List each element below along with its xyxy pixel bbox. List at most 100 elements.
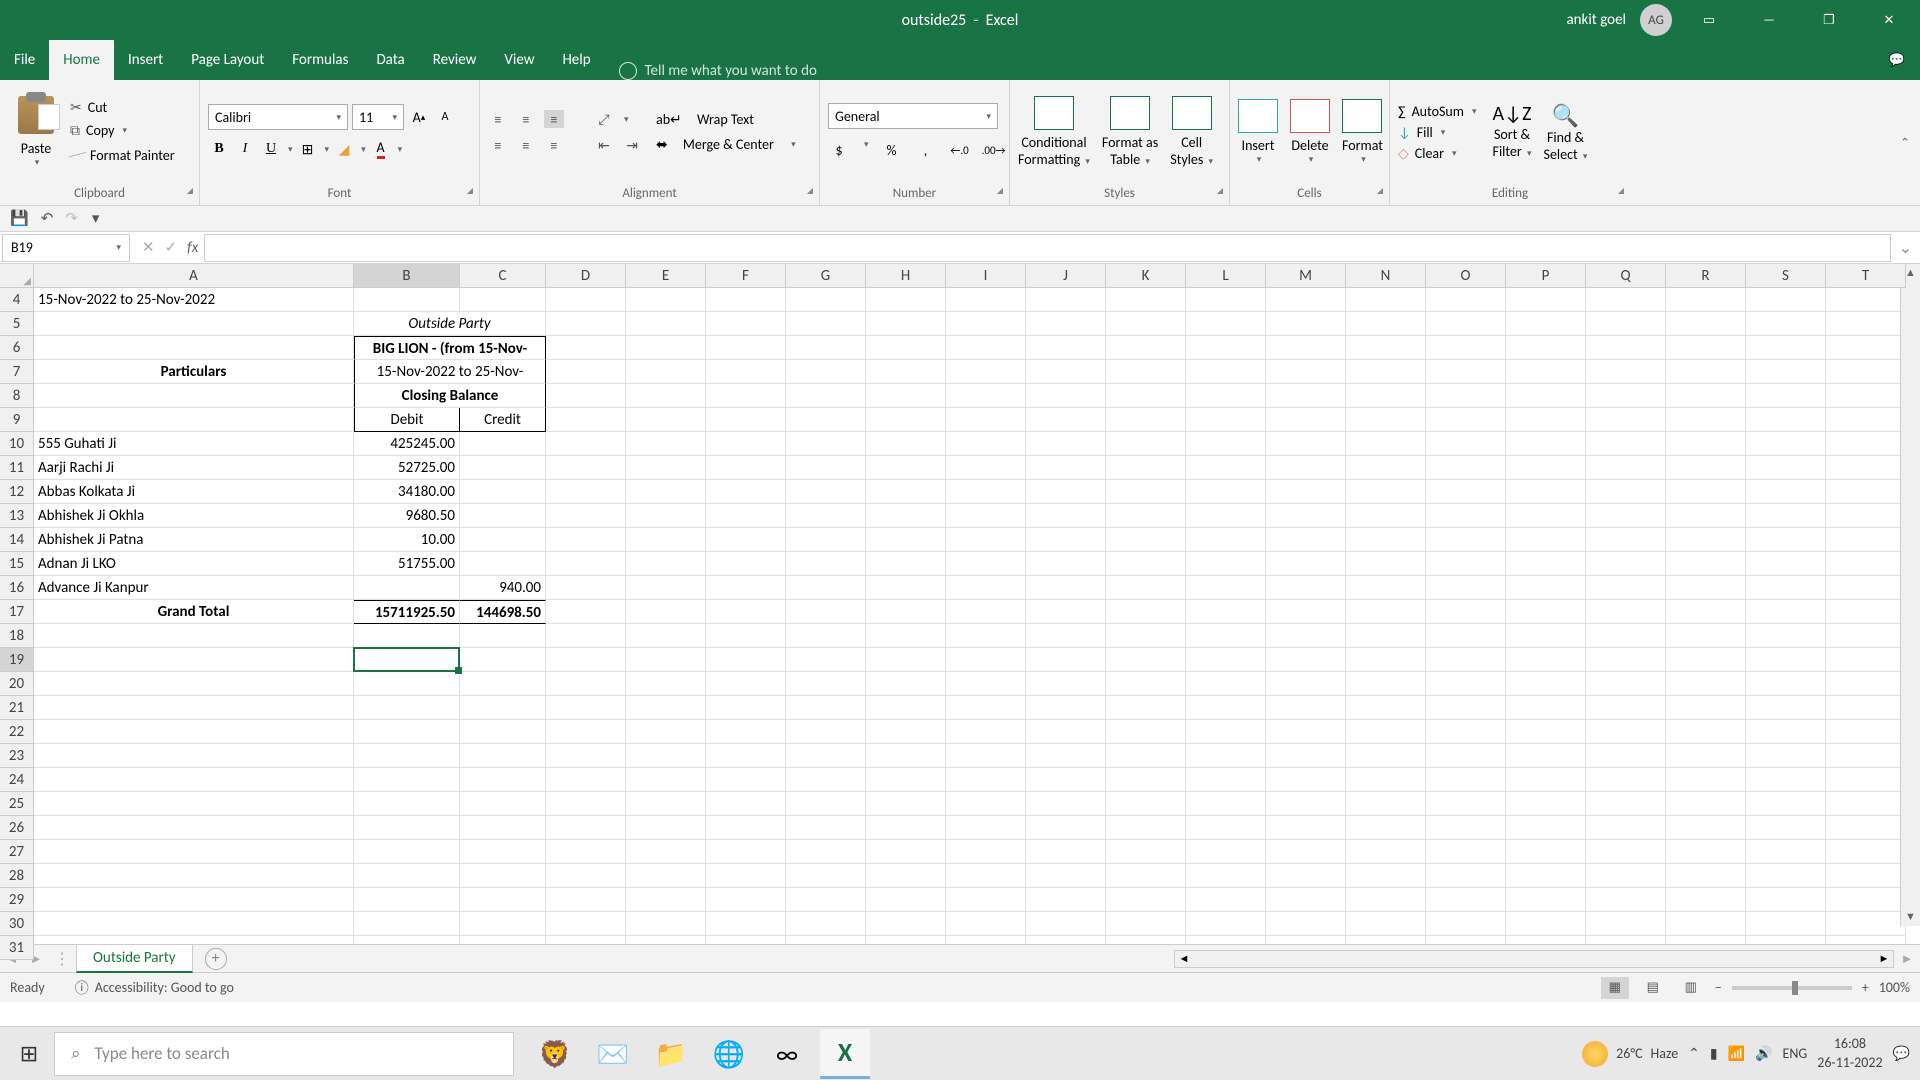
cell-N4[interactable] (1346, 288, 1426, 312)
cell-B24[interactable] (354, 768, 460, 792)
row-header-30[interactable]: 30 (0, 912, 34, 936)
cell-P11[interactable] (1506, 456, 1586, 480)
cell-N29[interactable] (1346, 888, 1426, 912)
cell-Q17[interactable] (1586, 600, 1666, 624)
zoom-out-icon[interactable]: − (1715, 979, 1722, 996)
cell-I15[interactable] (946, 552, 1026, 576)
cell-P14[interactable] (1506, 528, 1586, 552)
save-icon[interactable]: 💾 (10, 209, 29, 228)
cell-E27[interactable] (626, 840, 706, 864)
cell-N5[interactable] (1346, 312, 1426, 336)
cell-M4[interactable] (1266, 288, 1346, 312)
cell-J11[interactable] (1026, 456, 1106, 480)
cell-J9[interactable] (1026, 408, 1106, 432)
cell-H11[interactable] (866, 456, 946, 480)
merge-center-button[interactable]: ⬌ Merge & Center ▾ (656, 136, 796, 153)
taskbar-emblem-icon[interactable]: 🦁 (530, 1029, 580, 1079)
cell-I21[interactable] (946, 696, 1026, 720)
cell-K5[interactable] (1106, 312, 1186, 336)
cell-K12[interactable] (1106, 480, 1186, 504)
cell-O30[interactable] (1426, 912, 1506, 936)
align-right-icon[interactable]: ≡ (544, 136, 564, 154)
cell-G8[interactable] (786, 384, 866, 408)
selected-cell[interactable] (353, 647, 460, 672)
cell-F7[interactable] (706, 360, 786, 384)
cell-N11[interactable] (1346, 456, 1426, 480)
cell-K23[interactable] (1106, 744, 1186, 768)
cell-S10[interactable] (1746, 432, 1826, 456)
cell-B8[interactable]: Closing Balance (354, 384, 546, 408)
cell-L23[interactable] (1186, 744, 1266, 768)
cell-M17[interactable] (1266, 600, 1346, 624)
cell-J19[interactable] (1026, 648, 1106, 672)
cell-D24[interactable] (546, 768, 626, 792)
find-select-button[interactable]: 🔍Find &Select ▾ (1544, 102, 1588, 163)
cell-O7[interactable] (1426, 360, 1506, 384)
cell-L20[interactable] (1186, 672, 1266, 696)
cell-G20[interactable] (786, 672, 866, 696)
cell-M22[interactable] (1266, 720, 1346, 744)
scroll-down-icon[interactable]: ▼ (1901, 908, 1920, 926)
row-header-18[interactable]: 18 (0, 624, 34, 648)
cell-S25[interactable] (1746, 792, 1826, 816)
cell-A19[interactable] (34, 648, 354, 672)
cell-O26[interactable] (1426, 816, 1506, 840)
cell-J17[interactable] (1026, 600, 1106, 624)
cell-K28[interactable] (1106, 864, 1186, 888)
cell-T18[interactable] (1826, 624, 1906, 648)
cell-L6[interactable] (1186, 336, 1266, 360)
cell-F10[interactable] (706, 432, 786, 456)
cell-P17[interactable] (1506, 600, 1586, 624)
format-painter-button[interactable]: Format Painter (70, 145, 175, 165)
cell-P18[interactable] (1506, 624, 1586, 648)
cell-H10[interactable] (866, 432, 946, 456)
cell-B5[interactable]: Outside Party (354, 312, 546, 336)
cell-N21[interactable] (1346, 696, 1426, 720)
cell-A13[interactable]: Abhishek Ji Okhla (34, 504, 354, 528)
cell-M27[interactable] (1266, 840, 1346, 864)
row-header-6[interactable]: 6 (0, 336, 34, 360)
cell-G23[interactable] (786, 744, 866, 768)
cell-A7[interactable]: Particulars (34, 360, 354, 384)
cell-K11[interactable] (1106, 456, 1186, 480)
cell-K24[interactable] (1106, 768, 1186, 792)
cell-F5[interactable] (706, 312, 786, 336)
cell-T7[interactable] (1826, 360, 1906, 384)
insert-cells-button[interactable]: Insert▾ (1238, 99, 1278, 165)
cell-F12[interactable] (706, 480, 786, 504)
cell-C20[interactable] (460, 672, 546, 696)
cell-M30[interactable] (1266, 912, 1346, 936)
row-header-7[interactable]: 7 (0, 360, 34, 384)
cell-I9[interactable] (946, 408, 1026, 432)
cell-H16[interactable] (866, 576, 946, 600)
cell-M24[interactable] (1266, 768, 1346, 792)
cell-N24[interactable] (1346, 768, 1426, 792)
cell-G17[interactable] (786, 600, 866, 624)
cell-G28[interactable] (786, 864, 866, 888)
cell-H9[interactable] (866, 408, 946, 432)
cell-F28[interactable] (706, 864, 786, 888)
cell-K10[interactable] (1106, 432, 1186, 456)
cell-B17[interactable]: 15711925.50 (354, 600, 460, 624)
cell-P4[interactable] (1506, 288, 1586, 312)
cell-F24[interactable] (706, 768, 786, 792)
cell-L30[interactable] (1186, 912, 1266, 936)
cell-G10[interactable] (786, 432, 866, 456)
cell-K25[interactable] (1106, 792, 1186, 816)
cell-C14[interactable] (460, 528, 546, 552)
cell-G22[interactable] (786, 720, 866, 744)
decrease-font-icon[interactable]: A (434, 106, 456, 128)
cell-C16[interactable]: 940.00 (460, 576, 546, 600)
cell-I8[interactable] (946, 384, 1026, 408)
cell-T27[interactable] (1826, 840, 1906, 864)
align-bottom-icon[interactable]: ≡ (544, 110, 564, 128)
cell-Q5[interactable] (1586, 312, 1666, 336)
cell-I27[interactable] (946, 840, 1026, 864)
col-header-A[interactable]: A (34, 264, 354, 288)
row-header-26[interactable]: 26 (0, 816, 34, 840)
cell-A8[interactable] (34, 384, 354, 408)
cell-D23[interactable] (546, 744, 626, 768)
collapse-ribbon-icon[interactable]: ⌃ (1900, 135, 1910, 150)
delete-cells-button[interactable]: Delete▾ (1290, 99, 1330, 165)
cell-J6[interactable] (1026, 336, 1106, 360)
